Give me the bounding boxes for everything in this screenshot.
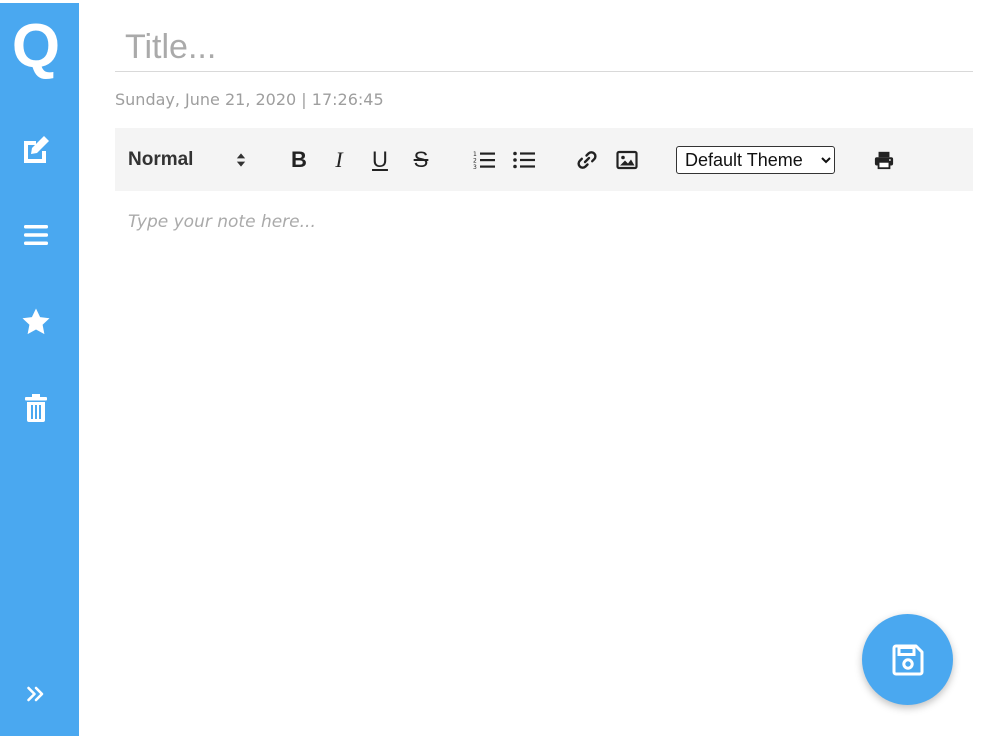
title-input[interactable] <box>115 24 973 72</box>
theme-select[interactable]: Default Theme <box>676 146 835 174</box>
editor-toolbar: Normal B I U S 1 2 3 Default Theme <box>115 128 973 191</box>
app-logo: Q <box>11 12 61 81</box>
list-icon <box>24 225 48 245</box>
image-button[interactable] <box>613 128 641 191</box>
print-icon <box>874 151 894 169</box>
svg-text:3: 3 <box>473 164 477 170</box>
edit-icon <box>24 136 49 163</box>
underline-label: U <box>372 146 388 172</box>
sort-arrows-icon <box>236 152 246 167</box>
bullet-list-icon <box>513 151 535 168</box>
bold-label: B <box>291 146 307 172</box>
ordered-list-icon: 1 2 3 <box>473 151 495 170</box>
trash-icon <box>25 394 47 422</box>
new-note-button[interactable] <box>18 131 54 167</box>
strike-label: S <box>413 146 429 172</box>
star-icon <box>22 308 50 335</box>
bold-button[interactable]: B <box>285 128 313 191</box>
note-timestamp: Sunday, June 21, 2020 | 17:26:45 <box>115 90 384 109</box>
notes-list-button[interactable] <box>18 217 54 253</box>
expand-sidebar-button[interactable] <box>18 676 54 712</box>
image-icon <box>616 150 638 169</box>
save-button[interactable] <box>862 614 953 705</box>
link-button[interactable] <box>573 128 601 191</box>
note-body-editor[interactable] <box>115 200 973 700</box>
strikethrough-button[interactable]: S <box>407 128 435 191</box>
favorites-button[interactable] <box>18 304 54 340</box>
format-dropdown[interactable]: Normal <box>128 128 258 191</box>
double-chevron-right-icon <box>27 686 44 702</box>
trash-button[interactable] <box>18 390 54 426</box>
format-label: Normal <box>128 148 194 170</box>
bullet-list-button[interactable] <box>510 128 538 191</box>
italic-button[interactable]: I <box>325 128 353 191</box>
link-icon <box>577 150 597 169</box>
print-button[interactable] <box>870 128 898 191</box>
underline-button[interactable]: U <box>366 128 394 191</box>
ordered-list-button[interactable]: 1 2 3 <box>470 128 498 191</box>
save-icon <box>892 644 923 675</box>
sidebar: Q <box>0 3 79 736</box>
italic-label: I <box>335 146 343 172</box>
